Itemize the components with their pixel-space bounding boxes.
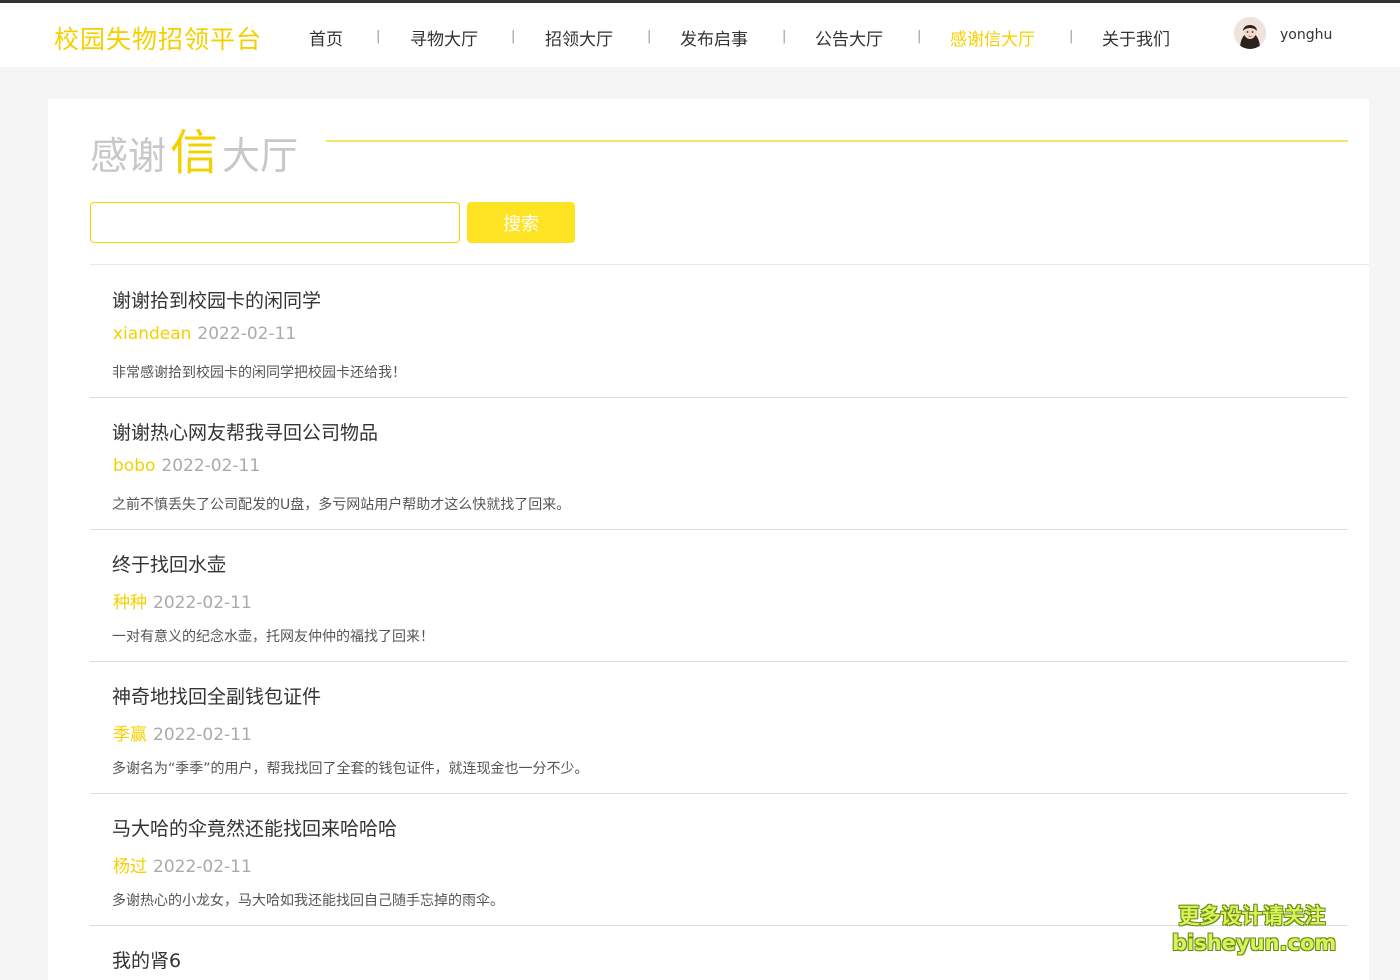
post-meta: xiandean 2022-02-11 [113, 324, 296, 344]
thanks-post[interactable]: 谢谢热心网友帮我寻回公司物品 bobo 2022-02-11 之前不慎丢失了公司配… [90, 398, 1348, 530]
post-date: 2022-02-11 [153, 725, 252, 745]
post-author: bobo [113, 456, 156, 476]
search-button[interactable]: 搜索 [467, 202, 575, 243]
watermark-line: 更多设计请关注 [1178, 904, 1326, 928]
post-body: 多谢名为“季季”的用户，帮我找回了全套的钱包证件，就连现金也一分不少。 [112, 761, 589, 777]
page-title: 感谢信 大厅 [90, 113, 298, 183]
post-title[interactable]: 我的肾6 [112, 946, 181, 973]
avatar-icon [1234, 17, 1266, 49]
nav-separator: | [376, 29, 381, 44]
post-date: 2022-02-11 [161, 456, 261, 476]
thanks-post[interactable]: 马大哈的伞竟然还能找回来哈哈哈 杨过 2022-02-11 多谢热心的小龙女，马大… [90, 794, 1348, 926]
post-meta: bobo 2022-02-11 [113, 456, 260, 476]
post-date: 2022-02-11 [153, 593, 252, 613]
page-title-part: 大厅 [222, 134, 299, 178]
page-title-part: 感谢 [90, 134, 167, 178]
nav-separator: | [917, 29, 922, 44]
nav-item-notices[interactable]: 公告大厅 [815, 25, 883, 50]
main-panel: 感谢信 大厅 搜索 谢谢拾到校园卡的闲同学 xiandean 2022-02-11 … [48, 99, 1369, 980]
nav-item-lost[interactable]: 寻物大厅 [410, 25, 478, 50]
username[interactable]: yonghu [1280, 27, 1332, 43]
post-meta: 季赢 2022-02-11 [113, 720, 252, 745]
title-rule [326, 140, 1348, 142]
thanks-post[interactable]: 神奇地找回全副钱包证件 季赢 2022-02-11 多谢名为“季季”的用户，帮我找… [90, 662, 1348, 794]
navbar: 校园失物招领平台 首页 | 寻物大厅 | 招领大厅 | 发布启事 | 公告大厅 … [0, 3, 1400, 67]
nav-separator: | [511, 29, 516, 44]
nav-separator: | [1069, 29, 1074, 44]
post-author: 季赢 [113, 725, 147, 745]
thanks-post[interactable]: 终于找回水壶 种种 2022-02-11 一对有意义的纪念水壶，托网友仲仲的福找了… [90, 530, 1348, 662]
nav-separator: | [647, 29, 652, 44]
search-input[interactable] [90, 202, 460, 243]
nav-item-thanks[interactable]: 感谢信大厅 [950, 25, 1035, 50]
post-author: xiandean [113, 324, 192, 344]
post-meta: 种种 2022-02-11 [113, 588, 252, 613]
nav-item-publish[interactable]: 发布启事 [680, 25, 748, 50]
post-title[interactable]: 神奇地找回全副钱包证件 [112, 682, 321, 709]
post-date: 2022-02-11 [153, 857, 252, 877]
post-author: 杨过 [113, 857, 147, 877]
post-meta: 杨过 2022-02-11 [113, 852, 252, 877]
nav-separator: | [782, 29, 787, 44]
watermark: 更多设计请关注 bisheyun.com [1172, 903, 1337, 957]
post-body: 非常感谢拾到校园卡的闲同学把校园卡还给我！ [112, 365, 406, 381]
site-logo[interactable]: 校园失物招领平台 [54, 20, 262, 56]
nav-item-found[interactable]: 招领大厅 [545, 25, 613, 50]
watermark-line: bisheyun.com [1172, 931, 1337, 955]
page-title-highlight: 信 [170, 125, 219, 181]
nav-item-about[interactable]: 关于我们 [1102, 25, 1170, 50]
post-title[interactable]: 谢谢拾到校园卡的闲同学 [112, 286, 321, 313]
post-body: 之前不慎丢失了公司配发的U盘，多亏网站用户帮助才这么快就找了回来。 [112, 497, 571, 513]
post-date: 2022-02-11 [197, 324, 297, 344]
post-title[interactable]: 马大哈的伞竟然还能找回来哈哈哈 [112, 814, 397, 841]
nav-item-home[interactable]: 首页 [309, 25, 343, 50]
thanks-post[interactable]: 谢谢拾到校园卡的闲同学 xiandean 2022-02-11 非常感谢拾到校园卡… [90, 266, 1348, 398]
divider [90, 264, 1369, 265]
post-author: 种种 [113, 593, 147, 613]
thanks-post[interactable]: 我的肾6 [90, 926, 1348, 980]
post-title[interactable]: 谢谢热心网友帮我寻回公司物品 [112, 418, 378, 445]
user-avatar[interactable] [1234, 17, 1266, 49]
post-body: 一对有意义的纪念水壶，托网友仲仲的福找了回来！ [112, 629, 434, 645]
post-body: 多谢热心的小龙女，马大哈如我还能找回自己随手忘掉的雨伞。 [112, 893, 504, 909]
post-title[interactable]: 终于找回水壶 [112, 550, 226, 577]
